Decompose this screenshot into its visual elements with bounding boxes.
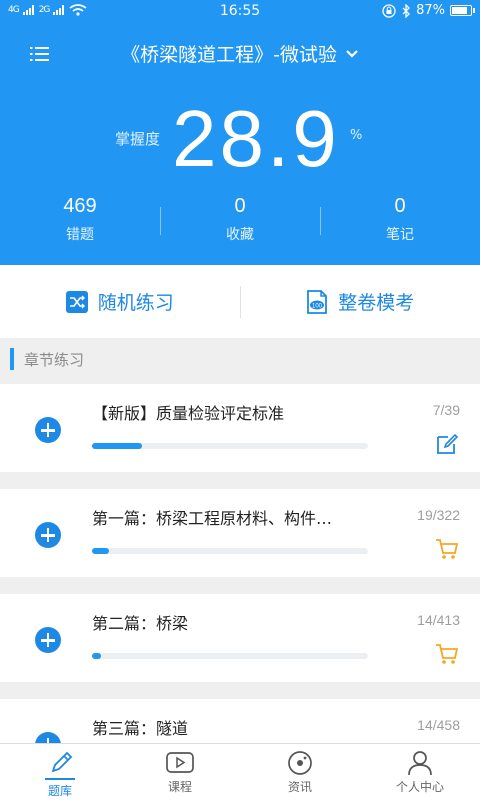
chapter-name: 第一篇：桥梁工程原材料、构件… bbox=[92, 509, 333, 528]
svg-text:100: 100 bbox=[312, 303, 323, 309]
quick-actions: 随机练习 100 整卷模考 bbox=[0, 265, 480, 338]
chapter-name: 【新版】质量检验评定标准 bbox=[92, 404, 285, 423]
mastery-value: 28.9 bbox=[172, 94, 340, 183]
status-right: 87% bbox=[382, 3, 475, 18]
progress-fill bbox=[92, 548, 109, 554]
nav-active-indicator bbox=[45, 778, 75, 780]
status-bar: 4G 2G 16:55 87% bbox=[0, 0, 480, 24]
header: 4G 2G 16:55 87% 《桥梁隧道工程》-微试验 掌握度 28.9 % … bbox=[0, 0, 480, 265]
chapter-count: 7/39 bbox=[432, 402, 460, 418]
nav-label: 资讯 bbox=[287, 780, 312, 794]
nav-label: 课程 bbox=[167, 780, 192, 794]
chapter-name: 第二篇：桥梁 bbox=[92, 614, 189, 633]
random-practice-label: 随机练习 bbox=[97, 292, 174, 314]
stat-favorites-value: 0 bbox=[234, 195, 246, 217]
pencil-icon bbox=[51, 751, 73, 773]
nav-news[interactable]: 资讯 bbox=[240, 744, 360, 800]
progress-fill bbox=[92, 653, 102, 659]
chapter-card[interactable]: 第二篇：桥梁 14/413 bbox=[0, 594, 480, 682]
progress-track bbox=[92, 548, 368, 554]
section-title: 章节练习 bbox=[24, 351, 85, 369]
stat-notes-value: 0 bbox=[394, 195, 406, 217]
person-icon bbox=[408, 751, 432, 776]
cart-icon[interactable] bbox=[434, 642, 460, 666]
bluetooth-icon bbox=[402, 3, 411, 18]
section-accent-bar bbox=[10, 348, 14, 370]
subject-selector[interactable]: 《桥梁隧道工程》-微试验 bbox=[0, 40, 480, 67]
stat-favorites[interactable]: 0 收藏 bbox=[160, 195, 320, 250]
bottom-nav: 题库 课程 资讯 个人中心 bbox=[0, 743, 480, 800]
battery-level bbox=[452, 7, 467, 14]
stat-wrong-label: 错题 bbox=[66, 227, 94, 243]
play-icon bbox=[166, 752, 194, 773]
chapter-count: 14/413 bbox=[417, 612, 460, 628]
progress-track bbox=[92, 443, 368, 449]
mastery-label: 掌握度 bbox=[115, 130, 161, 148]
stat-notes[interactable]: 0 笔记 bbox=[320, 195, 480, 250]
stat-favorites-label: 收藏 bbox=[226, 227, 254, 243]
expand-plus-icon[interactable] bbox=[35, 417, 61, 443]
lock-rotation-icon bbox=[382, 3, 396, 18]
nav-label: 题库 bbox=[47, 784, 72, 798]
stat-wrong-value: 469 bbox=[63, 195, 97, 217]
news-icon bbox=[288, 751, 312, 775]
exam-paper-icon: 100 bbox=[307, 289, 328, 314]
cart-icon[interactable] bbox=[434, 537, 460, 561]
nav-courses[interactable]: 课程 bbox=[120, 744, 240, 800]
expand-plus-icon[interactable] bbox=[35, 627, 61, 653]
chapter-section-header: 章节练习 bbox=[0, 344, 480, 374]
random-practice-button[interactable]: 随机练习 bbox=[0, 288, 240, 315]
mastery-unit: % bbox=[350, 128, 363, 143]
chapter-name: 第三篇：隧道 bbox=[92, 719, 189, 738]
battery-icon bbox=[450, 5, 475, 16]
full-exam-button[interactable]: 100 整卷模考 bbox=[241, 288, 480, 315]
mastery-display: 掌握度 28.9 % bbox=[0, 94, 480, 185]
page-title: 《桥梁隧道工程》-微试验 bbox=[121, 44, 337, 66]
nav-profile[interactable]: 个人中心 bbox=[360, 744, 480, 800]
expand-plus-icon[interactable] bbox=[35, 522, 61, 548]
edit-icon[interactable] bbox=[434, 432, 460, 456]
progress-fill bbox=[92, 443, 142, 449]
chapter-count: 19/322 bbox=[417, 507, 460, 523]
chapter-count: 14/458 bbox=[417, 717, 460, 733]
chapter-card[interactable]: 【新版】质量检验评定标准 7/39 bbox=[0, 384, 480, 472]
battery-percent: 87% bbox=[416, 3, 445, 18]
chapter-card[interactable]: 第一篇：桥梁工程原材料、构件… 19/322 bbox=[0, 489, 480, 577]
chevron-down-icon bbox=[346, 49, 358, 58]
full-exam-label: 整卷模考 bbox=[338, 292, 415, 314]
progress-track bbox=[92, 653, 368, 659]
stat-notes-label: 笔记 bbox=[386, 227, 414, 243]
stat-wrong[interactable]: 469 错题 bbox=[0, 195, 160, 250]
shuffle-icon bbox=[65, 290, 88, 313]
nav-question-bank[interactable]: 题库 bbox=[0, 744, 120, 800]
nav-label: 个人中心 bbox=[395, 780, 444, 794]
stats-row: 469 错题 0 收藏 0 笔记 bbox=[0, 195, 480, 250]
